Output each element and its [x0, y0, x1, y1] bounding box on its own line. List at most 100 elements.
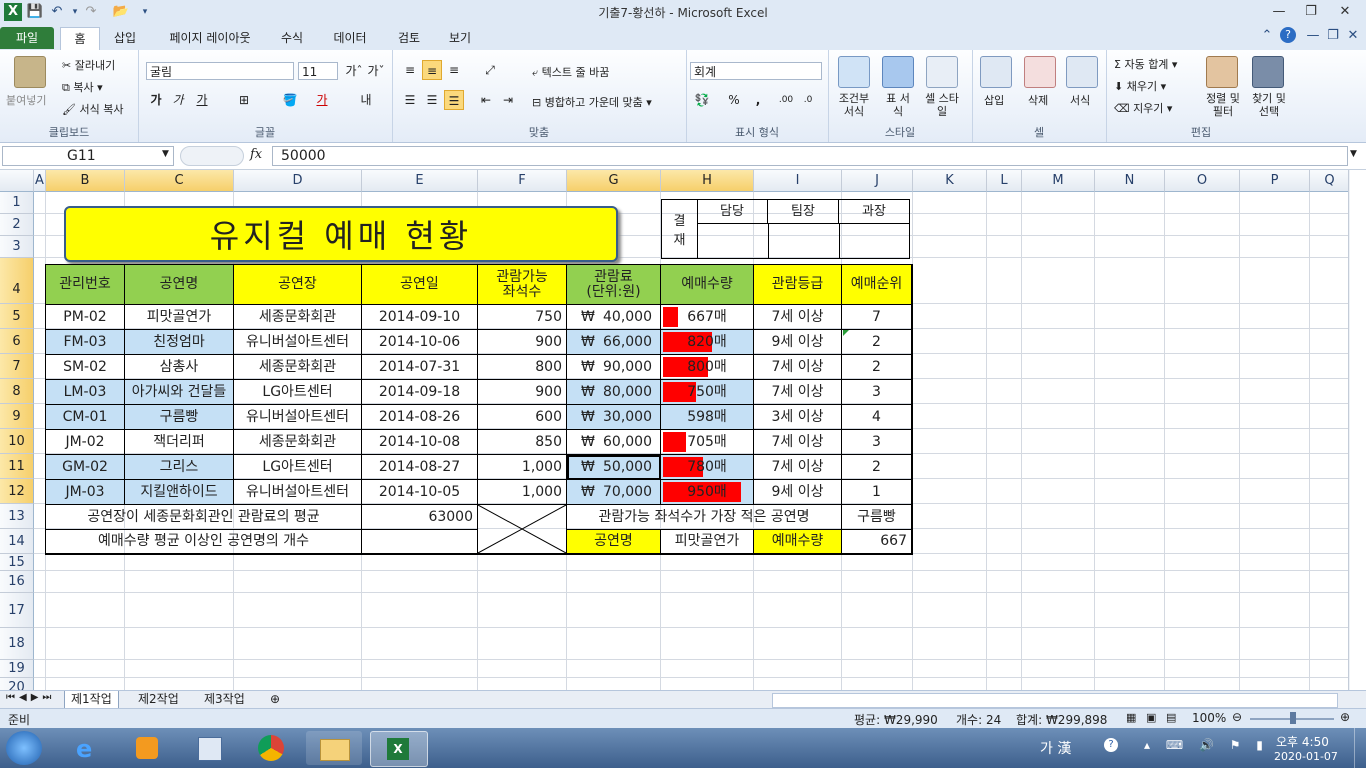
format-cells-button[interactable]: 서식	[1070, 92, 1090, 108]
cell-date[interactable]: 2014-07-31	[362, 355, 478, 380]
row-header-8[interactable]: 8	[0, 379, 34, 404]
cell-grade[interactable]: 7세 이상	[754, 305, 842, 330]
cell-grade[interactable]: 7세 이상	[754, 430, 842, 455]
row-header-16[interactable]: 16	[0, 571, 34, 593]
row-header-4[interactable]: 4	[0, 258, 34, 304]
align-middle-icon[interactable]: ≡	[422, 60, 442, 80]
close-button[interactable]: ✕	[1332, 2, 1358, 21]
fill-color-icon[interactable]: 🪣	[280, 90, 300, 110]
cell-seats[interactable]: 850	[478, 430, 567, 455]
insert-sheet-icon[interactable]: ⊕	[264, 691, 286, 708]
accounting-icon[interactable]: 💱	[692, 90, 712, 110]
cell-seats[interactable]: 1,000	[478, 480, 567, 505]
cell-venue[interactable]: 세종문화회관	[234, 305, 362, 330]
cell-name[interactable]: 잭더리퍼	[125, 430, 234, 455]
clock-time[interactable]: 오후 4:50	[1276, 733, 1329, 750]
sheet-nav-arrows-icon[interactable]: ⏮◀▶⏭	[6, 692, 55, 703]
column-header-F[interactable]: F	[478, 170, 567, 192]
comma-button[interactable]: ,	[748, 90, 768, 110]
show-desktop-button[interactable]	[1354, 728, 1366, 768]
cell-rank[interactable]: 3	[842, 380, 912, 405]
start-button-icon[interactable]	[6, 731, 42, 765]
row-header-7[interactable]: 7	[0, 354, 34, 379]
help-icon[interactable]: ?	[1280, 27, 1296, 43]
merge-center-button[interactable]: ⊟ 병합하고 가운데 맞춤 ▾	[532, 94, 652, 110]
minimize-button[interactable]: —	[1266, 2, 1292, 21]
format-painter-button[interactable]: 🖌 서식 복사	[62, 101, 123, 117]
sheet-title[interactable]: 유지컬 예매 현황	[64, 206, 618, 262]
tab-file[interactable]: 파일	[0, 27, 54, 49]
table-format-icon[interactable]	[882, 56, 914, 88]
chrome-icon[interactable]	[244, 731, 300, 765]
row-header-15[interactable]: 15	[0, 554, 34, 571]
table-format-button[interactable]: 표 서식	[882, 92, 914, 118]
cell-seats[interactable]: 750	[478, 305, 567, 330]
cell-seats[interactable]: 800	[478, 355, 567, 380]
row-header-10[interactable]: 10	[0, 429, 34, 454]
align-right-icon[interactable]: ☰	[444, 90, 464, 110]
row-header-1[interactable]: 1	[0, 192, 34, 214]
paste-icon[interactable]	[14, 56, 46, 88]
cell-name[interactable]: 피맛골연가	[125, 305, 234, 330]
conditional-format-icon[interactable]	[838, 56, 870, 88]
row-header-14[interactable]: 14	[0, 529, 34, 554]
tab-insert[interactable]: 삽입	[104, 27, 146, 49]
tray-icons[interactable]: ▴ ⌨ 🔊 ⚑ ▮	[1144, 738, 1269, 752]
row-header-19[interactable]: 19	[0, 660, 34, 678]
header-qty[interactable]: 예매수량	[661, 265, 754, 305]
fee-cell[interactable]: ₩60,000	[567, 430, 661, 455]
cell-date[interactable]: 2014-08-26	[362, 405, 478, 430]
align-left-icon[interactable]: ☰	[400, 90, 420, 110]
cell-id[interactable]: CM-01	[46, 405, 125, 430]
cell-id[interactable]: FM-03	[46, 330, 125, 355]
column-header-E[interactable]: E	[362, 170, 478, 192]
qty-cell[interactable]: 820매	[661, 330, 754, 355]
workbook-close-icon[interactable]: ✕	[1344, 27, 1362, 45]
qty-cell[interactable]: 780매	[661, 455, 754, 480]
column-header-K[interactable]: K	[913, 170, 987, 192]
row-header-20[interactable]: 20	[0, 678, 34, 690]
qty-cell[interactable]: 950매	[661, 480, 754, 505]
column-header-J[interactable]: J	[842, 170, 913, 192]
tab-page-layout[interactable]: 페이지 레이아웃	[156, 27, 264, 49]
cell-name[interactable]: 지킬앤하이드	[125, 480, 234, 505]
cell-venue[interactable]: 유니버설아트센터	[234, 480, 362, 505]
workbook-restore-icon[interactable]: ❐	[1324, 27, 1342, 45]
cell-rank[interactable]: 2	[842, 330, 912, 355]
cell-date[interactable]: 2014-08-27	[362, 455, 478, 480]
column-header-P[interactable]: P	[1240, 170, 1310, 192]
insert-cells-button[interactable]: 삽입	[984, 92, 1004, 108]
sheet-tab-3[interactable]: 제3작업	[198, 691, 251, 708]
cell-grade[interactable]: 9세 이상	[754, 330, 842, 355]
cell-name[interactable]: 구름빵	[125, 405, 234, 430]
cell-rank[interactable]: 7	[842, 305, 912, 330]
tab-data[interactable]: 데이터	[322, 27, 378, 49]
column-header-A[interactable]: A	[34, 170, 46, 192]
summary-value-min-seats[interactable]: 구름빵	[842, 505, 912, 530]
cell-date[interactable]: 2014-09-18	[362, 380, 478, 405]
lookup-key-qty[interactable]: 예매수량	[754, 530, 842, 554]
row-header-12[interactable]: 12	[0, 479, 34, 504]
cell-name[interactable]: 삼총사	[125, 355, 234, 380]
underline-button[interactable]: 가	[192, 90, 212, 110]
cell-id[interactable]: GM-02	[46, 455, 125, 480]
align-center-icon[interactable]: ☰	[422, 90, 442, 110]
header-rank[interactable]: 예매순위	[842, 265, 912, 305]
crossed-cell[interactable]	[478, 505, 567, 554]
fee-cell[interactable]: ₩70,000	[567, 480, 661, 505]
formula-expand-icon[interactable]: ▼	[1350, 149, 1357, 159]
paste-button[interactable]: 붙여넣기	[6, 92, 46, 108]
column-header-G[interactable]: G	[567, 170, 661, 192]
increase-indent-icon[interactable]: ⇥	[498, 90, 518, 110]
autosum-button[interactable]: Σ 자동 합계 ▾	[1114, 56, 1177, 72]
wrap-text-button[interactable]: ⤶ 텍스트 줄 바꿈	[532, 64, 609, 80]
sort-filter-icon[interactable]	[1206, 56, 1238, 88]
header-name[interactable]: 공연명	[125, 265, 234, 305]
insert-function-icon[interactable]: fx	[250, 147, 262, 162]
column-header-O[interactable]: O	[1165, 170, 1240, 192]
fill-button[interactable]: ⬇ 채우기 ▾	[1114, 78, 1166, 94]
cell-grade[interactable]: 7세 이상	[754, 455, 842, 480]
sheet-tab-2[interactable]: 제2작업	[132, 691, 185, 708]
row-header-13[interactable]: 13	[0, 504, 34, 529]
header-id[interactable]: 관리번호	[46, 265, 125, 305]
